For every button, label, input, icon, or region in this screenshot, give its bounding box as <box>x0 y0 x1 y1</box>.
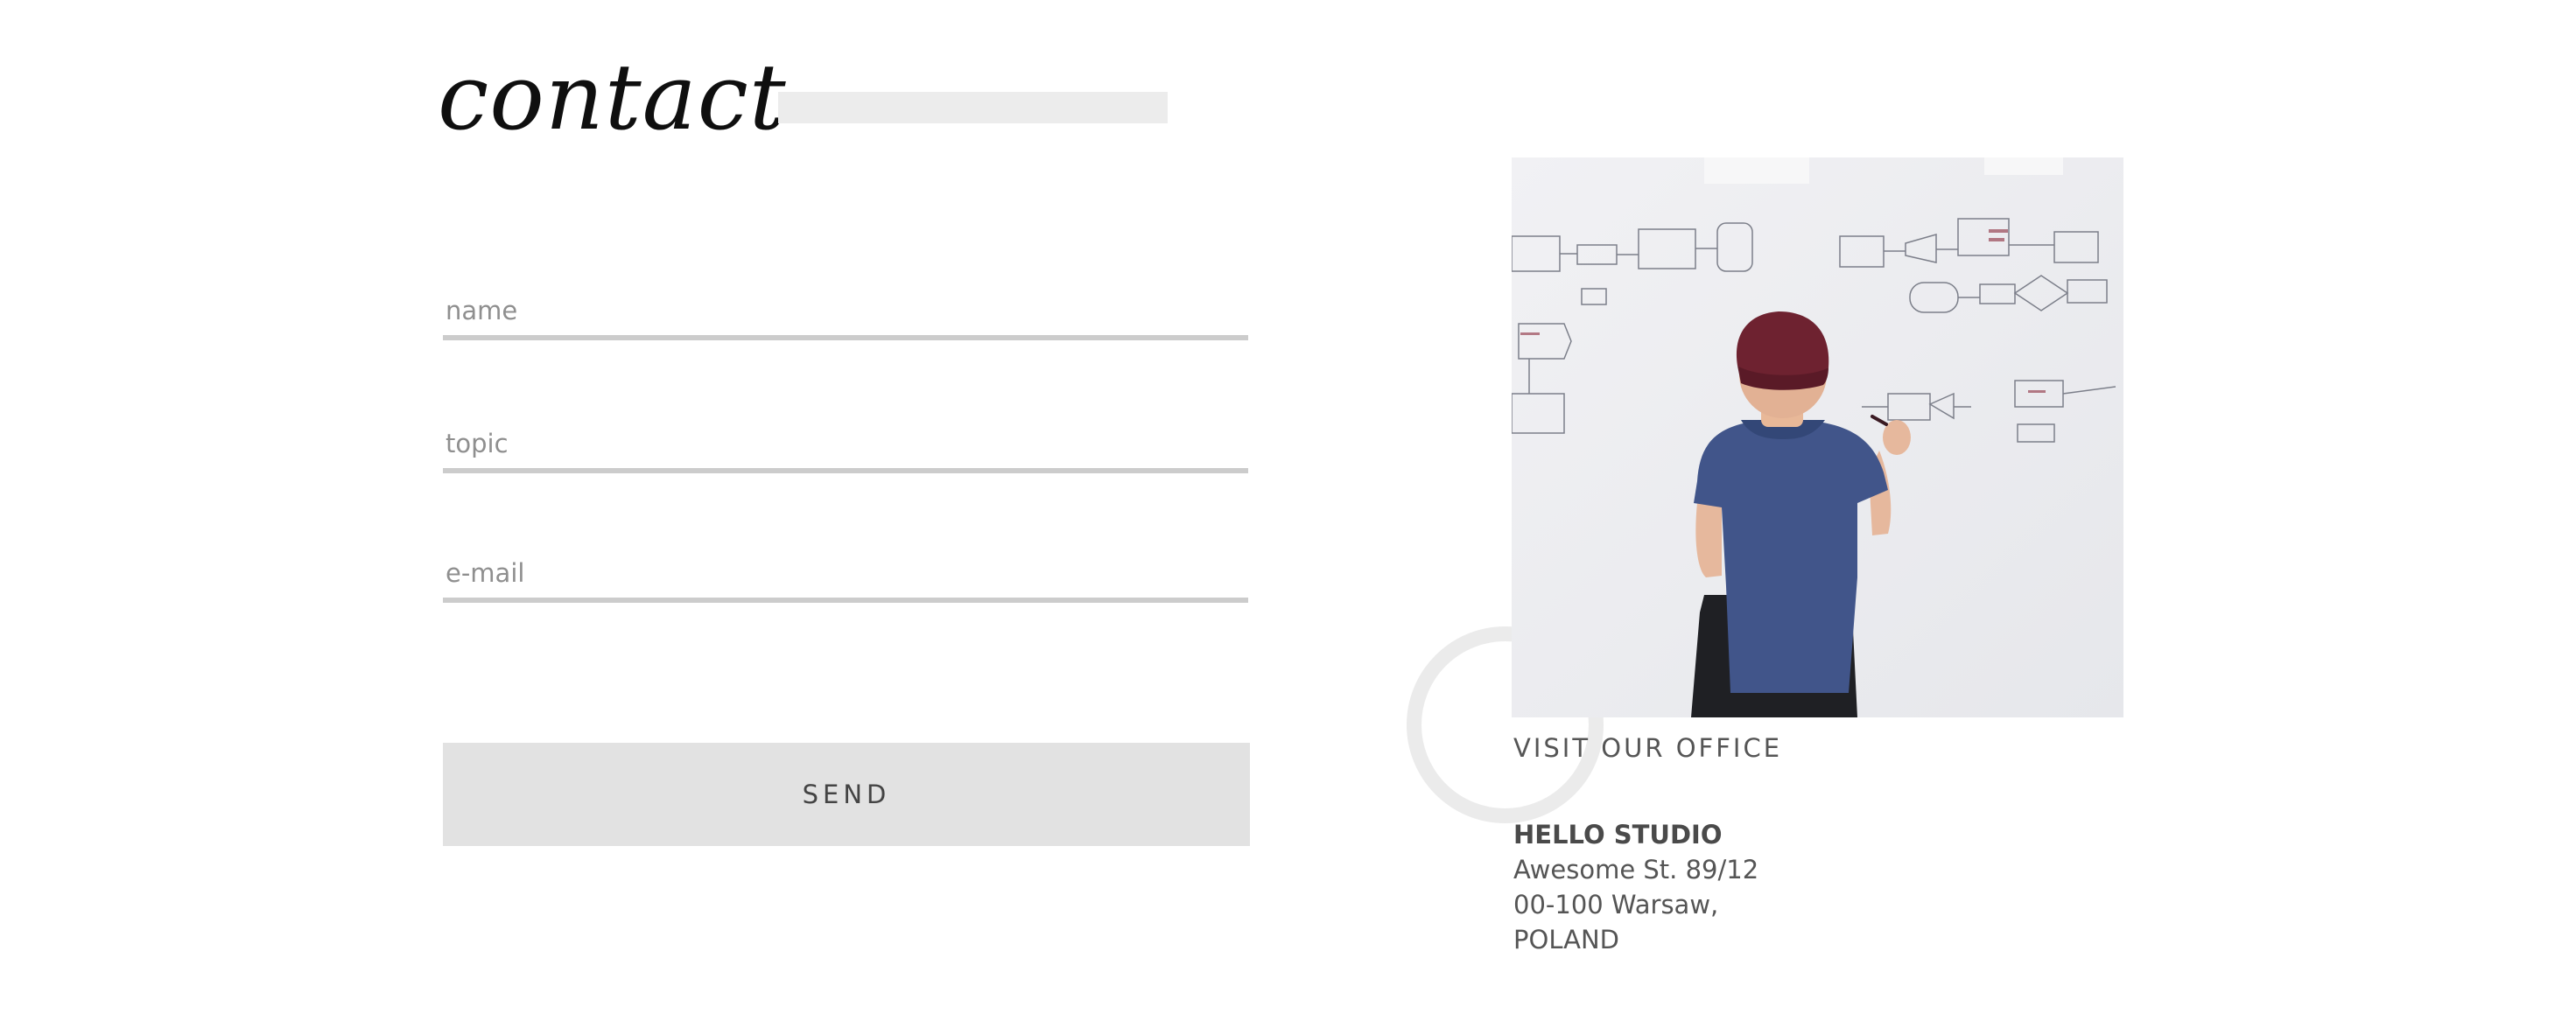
email-input[interactable] <box>443 549 1248 598</box>
topic-input[interactable] <box>443 419 1248 468</box>
heading-decor-bar <box>778 92 1168 123</box>
name-field-wrap <box>443 286 1248 340</box>
email-field-wrap <box>443 549 1248 603</box>
send-button[interactable]: SEND <box>443 743 1250 846</box>
email-underline <box>443 598 1248 603</box>
address-country: POLAND <box>1513 925 1619 955</box>
topic-underline <box>443 468 1248 473</box>
whiteboard-person-image <box>1512 157 2123 717</box>
page-title: contact <box>438 44 787 150</box>
topic-field-wrap <box>443 419 1248 473</box>
contact-heading: contact <box>438 40 787 154</box>
address-street: Awesome St. 89/12 <box>1513 855 1759 885</box>
office-photo <box>1512 157 2123 717</box>
visit-office-heading: VISIT OUR OFFICE <box>1513 733 1783 763</box>
name-underline <box>443 335 1248 340</box>
address-city: 00-100 Warsaw, <box>1513 890 1719 920</box>
name-input[interactable] <box>443 286 1248 335</box>
office-address: HELLO STUDIO Awesome St. 89/12 00-100 Wa… <box>1513 817 1758 957</box>
studio-name: HELLO STUDIO <box>1513 820 1723 850</box>
